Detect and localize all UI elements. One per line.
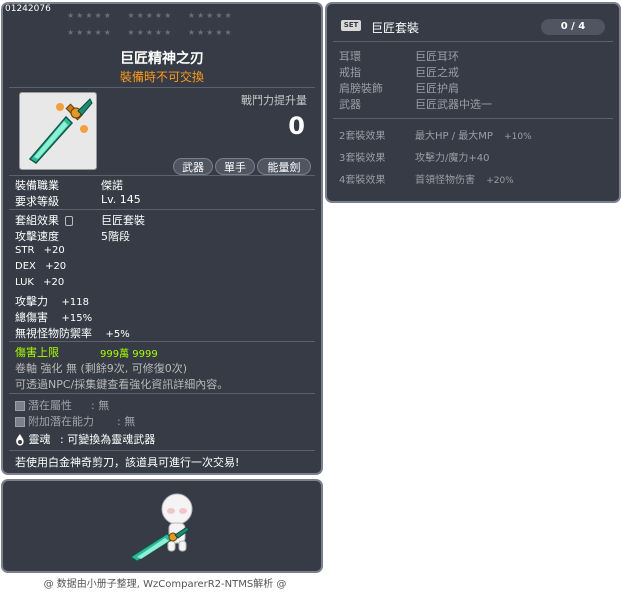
set-name: 巨匠套裝 (371, 21, 420, 35)
set-effect-desc: 最大HP / 最大MP (415, 131, 493, 142)
bonus-potential-row: 附加潛在能力 (15, 413, 94, 429)
stat-name: 總傷害 (15, 311, 48, 324)
stat-value: +15% (61, 313, 93, 324)
stat-value: +20 (43, 277, 65, 288)
stat-row: STR +20 (15, 245, 65, 256)
bonus-potential-square-icon (15, 417, 25, 427)
divider (9, 450, 315, 451)
combat-power-label: 戰鬥力提升量 (241, 94, 307, 107)
set-effect-tier: 3套裝效果 (339, 153, 386, 164)
tag-weapon: 武器 (173, 158, 213, 175)
platinum-scissors-note: 若使用白金神奇剪刀，該道具可進行一次交易! (15, 456, 240, 469)
set-effect-text: 攻擊力/魔力+40 (415, 149, 489, 164)
soul-row: 靈魂 : 可變換為靈魂武器 (15, 431, 155, 447)
stat-value: +118 (61, 297, 89, 308)
stat-value: +20 (43, 245, 65, 256)
potential-row: 潛在屬性 (15, 397, 72, 413)
set-effect-bonus: +10% (504, 132, 532, 142)
set-count-badge: 0 / 4 (541, 19, 605, 35)
divider (333, 118, 613, 119)
attack-speed-label: 攻擊速度 (15, 230, 59, 243)
trade-restriction: 裝備時不可交換 (119, 70, 204, 84)
divider (333, 41, 613, 42)
set-piece-name: 巨匠之戒 (415, 66, 459, 79)
stat-row: 總傷害 +15% (15, 309, 92, 325)
job-label: 裝備職業 (15, 179, 59, 192)
job-value: 傑諾 (101, 179, 123, 192)
set-piece-slot: 耳環 (339, 50, 361, 63)
divider (9, 175, 315, 176)
potential-value: : 無 (91, 399, 110, 412)
attack-speed-value: 5階段 (101, 230, 130, 243)
potential-label: 潛在屬性 (28, 399, 72, 412)
character-preview-panel (1, 479, 323, 573)
set-effect-desc: 攻擊力/魔力+40 (415, 153, 490, 164)
stat-value: +5% (105, 329, 130, 340)
bonus-potential-label: 附加潛在能力 (28, 415, 94, 428)
divider (9, 87, 315, 88)
divider (9, 393, 315, 394)
character-preview-image (130, 493, 193, 562)
stat-row: 無視怪物防禦率 +5% (15, 325, 130, 341)
set-badge-icon: SET (341, 20, 361, 31)
set-effect-bonus: +20% (486, 176, 514, 186)
star-group: ★★★★★ (127, 28, 174, 37)
combat-power-value: 0 (288, 112, 305, 140)
set-piece-slot: 武器 (339, 98, 361, 111)
item-id: 01242076 (5, 4, 51, 14)
item-name: 巨匠精神之刃 (120, 51, 204, 67)
stat-name: DEX (15, 261, 36, 272)
star-row-1: ★★★★★ ★★★★★ ★★★★★ (67, 11, 234, 20)
bonus-potential-value: : 無 (117, 415, 136, 428)
set-effect-text: 首領怪物伤害 +20% (415, 171, 514, 186)
potential-square-icon (15, 401, 25, 411)
level-label: 要求等級 (15, 195, 59, 208)
damage-cap-value: 999萬 9999 (100, 349, 158, 360)
stat-name: 無視怪物防禦率 (15, 327, 92, 340)
item-tooltip-panel: 01242076 ★★★★★ ★★★★★ ★★★★★ ★★★★★ ★★★★★ ★… (1, 2, 323, 475)
stat-name: LUK (15, 277, 34, 288)
scroll-enhance-line: 卷軸 強化 無 (剩餘9次, 可修復0次) (15, 362, 188, 375)
set-piece-slot: 戒指 (339, 66, 361, 79)
stat-row: 攻擊力 +118 (15, 293, 89, 309)
tag-energy-sword: 能量劍 (257, 158, 311, 175)
energy-sword-icon (28, 98, 93, 164)
set-effect-text: 最大HP / 最大MP +10% (415, 127, 532, 142)
stat-name: STR (15, 245, 35, 256)
star-group: ★★★★★ (67, 28, 113, 37)
divider (9, 341, 315, 342)
set-effect-desc: 首領怪物伤害 (415, 175, 475, 186)
set-effect-label: 套組效果 (15, 212, 73, 228)
set-piece-name: 巨匠武器中选一 (415, 98, 492, 111)
item-icon-frame (19, 92, 97, 170)
lock-icon (64, 216, 73, 226)
star-group: ★★★★★ (127, 11, 174, 20)
stat-value: +20 (45, 261, 67, 272)
set-effect-tier: 4套裝效果 (339, 175, 386, 186)
star-group: ★★★★★ (187, 11, 234, 20)
star-row-2: ★★★★★ ★★★★★ ★★★★★ (67, 28, 234, 37)
stat-row: LUK +20 (15, 277, 64, 288)
footer-credit: @ 数据由小册子整理, WzComparerR2-NTMS解析 @ (43, 579, 287, 590)
set-piece-slot: 肩膀裝飾 (339, 82, 383, 95)
soul-value: : 可變換為靈魂武器 (60, 433, 156, 446)
star-group: ★★★★★ (187, 28, 234, 37)
level-value: Lv. 145 (101, 193, 141, 206)
set-piece-name: 巨匠耳环 (415, 50, 459, 63)
stat-row: DEX +20 (15, 261, 66, 272)
soul-label: 靈魂 (28, 433, 51, 446)
soul-flame-icon (16, 434, 24, 446)
set-info-panel: SET 巨匠套裝 0 / 4 耳環 巨匠耳环 戒指 巨匠之戒 肩膀裝飾 巨匠护肩… (325, 2, 621, 203)
stat-name: 攻擊力 (15, 295, 48, 308)
set-effect-value: 巨匠套裝 (101, 214, 145, 227)
set-effect-tier: 2套裝效果 (339, 131, 386, 142)
npc-info-line: 可透過NPC/採集鍵查看強化資訊詳細內容。 (15, 378, 229, 391)
damage-cap-label: 傷害上限 (15, 346, 59, 359)
set-effect-label-text: 套組效果 (15, 214, 59, 227)
set-piece-name: 巨匠护肩 (415, 82, 459, 95)
tag-one-handed: 單手 (215, 158, 255, 175)
star-group: ★★★★★ (67, 11, 113, 20)
divider (9, 209, 315, 210)
